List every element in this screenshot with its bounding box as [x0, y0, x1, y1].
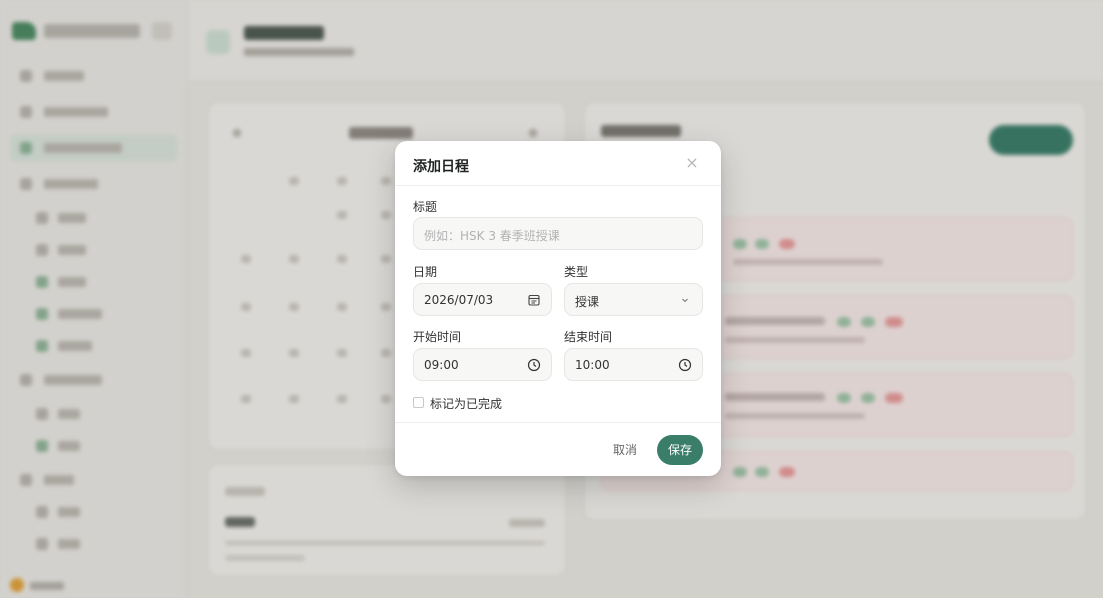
dialog-header: 添加日程 ×: [395, 141, 721, 186]
date-label: 日期: [413, 265, 438, 279]
date-input[interactable]: 2026/07/03: [413, 283, 552, 316]
type-select[interactable]: 授课: [564, 283, 703, 316]
cancel-button[interactable]: 取消: [609, 436, 641, 464]
clock-icon[interactable]: [678, 358, 692, 372]
end-time-label: 结束时间: [564, 330, 613, 344]
end-time-value: 10:00: [575, 358, 610, 372]
add-schedule-dialog: 添加日程 × 标题 例如：HSK 3 春季班授课 日期 2026/07/03 类…: [395, 141, 721, 476]
dialog-footer-divider: [395, 422, 721, 423]
completed-checkbox-label[interactable]: 标记为已完成: [430, 395, 502, 412]
end-time-input[interactable]: 10:00: [564, 348, 703, 381]
completed-checkbox[interactable]: [413, 397, 424, 408]
calendar-icon[interactable]: [527, 293, 541, 307]
save-button[interactable]: 保存: [657, 435, 703, 465]
clock-icon[interactable]: [527, 358, 541, 372]
title-label: 标题: [413, 200, 438, 214]
chevron-down-icon: [682, 298, 688, 303]
title-input-placeholder: 例如：HSK 3 春季班授课: [424, 229, 560, 243]
start-time-value: 09:00: [424, 358, 459, 372]
date-value: 2026/07/03: [424, 293, 494, 307]
type-selected-value: 授课: [575, 295, 600, 309]
dialog-title: 添加日程: [413, 159, 469, 175]
title-input[interactable]: 例如：HSK 3 春季班授课: [413, 217, 703, 250]
type-label: 类型: [564, 265, 589, 279]
start-time-input[interactable]: 09:00: [413, 348, 552, 381]
close-icon[interactable]: ×: [681, 152, 703, 174]
start-time-label: 开始时间: [413, 330, 462, 344]
